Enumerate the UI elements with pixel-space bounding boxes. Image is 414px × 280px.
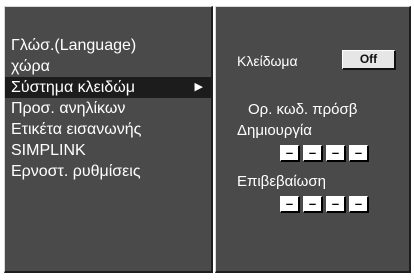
menu-item-input-label[interactable]: Ετικέτα εισανωνής xyxy=(5,119,211,140)
create-password-label: Δημιουργία xyxy=(237,122,312,139)
password-digit[interactable]: – xyxy=(303,196,323,213)
password-digit[interactable]: – xyxy=(326,145,346,162)
lock-label: Κλείδωμα xyxy=(237,53,298,69)
menu-item-label: SIMPLINK xyxy=(11,142,86,159)
menu-item-label: Σύστημα κλειδώμ xyxy=(11,79,135,96)
password-digit[interactable]: – xyxy=(280,196,300,213)
password-digit[interactable]: – xyxy=(280,145,300,162)
menu-item-country[interactable]: χώρα xyxy=(5,56,211,77)
password-digit[interactable]: – xyxy=(349,196,369,213)
password-digit[interactable]: – xyxy=(349,145,369,162)
menu-list: Γλώσ.(Language) χώρα Σύστημα κλειδώμ ▶ Π… xyxy=(5,35,211,182)
menu-item-simplink[interactable]: SIMPLINK xyxy=(5,140,211,161)
menu-item-label: Ετικέτα εισανωνής xyxy=(11,121,142,138)
confirm-password-field[interactable]: – – – – xyxy=(280,196,369,213)
lock-row: Κλείδωμα Off xyxy=(237,49,397,73)
lock-settings-panel: Κλείδωμα Off Ορ. κωδ. πρόσβ Δημιουργία –… xyxy=(215,6,411,273)
tv-osd-screen: Γλώσ.(Language) χώρα Σύστημα κλειδώμ ▶ Π… xyxy=(0,0,414,280)
menu-item-language[interactable]: Γλώσ.(Language) xyxy=(5,35,211,56)
arrow-right-icon: ▶ xyxy=(194,81,203,93)
password-digit[interactable]: – xyxy=(326,196,346,213)
menu-item-label: Ερνοστ. ρυθμίσεις xyxy=(11,163,141,180)
password-caption: Ορ. κωδ. πρόσβ xyxy=(248,101,358,118)
menu-panel: Γλώσ.(Language) χώρα Σύστημα κλειδώμ ▶ Π… xyxy=(4,6,213,273)
lock-toggle-button[interactable]: Off xyxy=(342,50,396,70)
menu-item-lock-system[interactable]: Σύστημα κλειδώμ ▶ xyxy=(5,77,211,98)
password-digit[interactable]: – xyxy=(303,145,323,162)
create-password-field[interactable]: – – – – xyxy=(280,145,369,162)
confirm-password-label: Επιβεβαίωση xyxy=(237,173,326,190)
menu-item-label: χώρα xyxy=(11,58,50,75)
menu-item-factory-reset[interactable]: Ερνοστ. ρυθμίσεις xyxy=(5,161,211,182)
menu-item-label: Προσ. ανηλίκων xyxy=(11,100,126,117)
menu-item-parental[interactable]: Προσ. ανηλίκων xyxy=(5,98,211,119)
menu-item-label: Γλώσ.(Language) xyxy=(11,37,137,54)
